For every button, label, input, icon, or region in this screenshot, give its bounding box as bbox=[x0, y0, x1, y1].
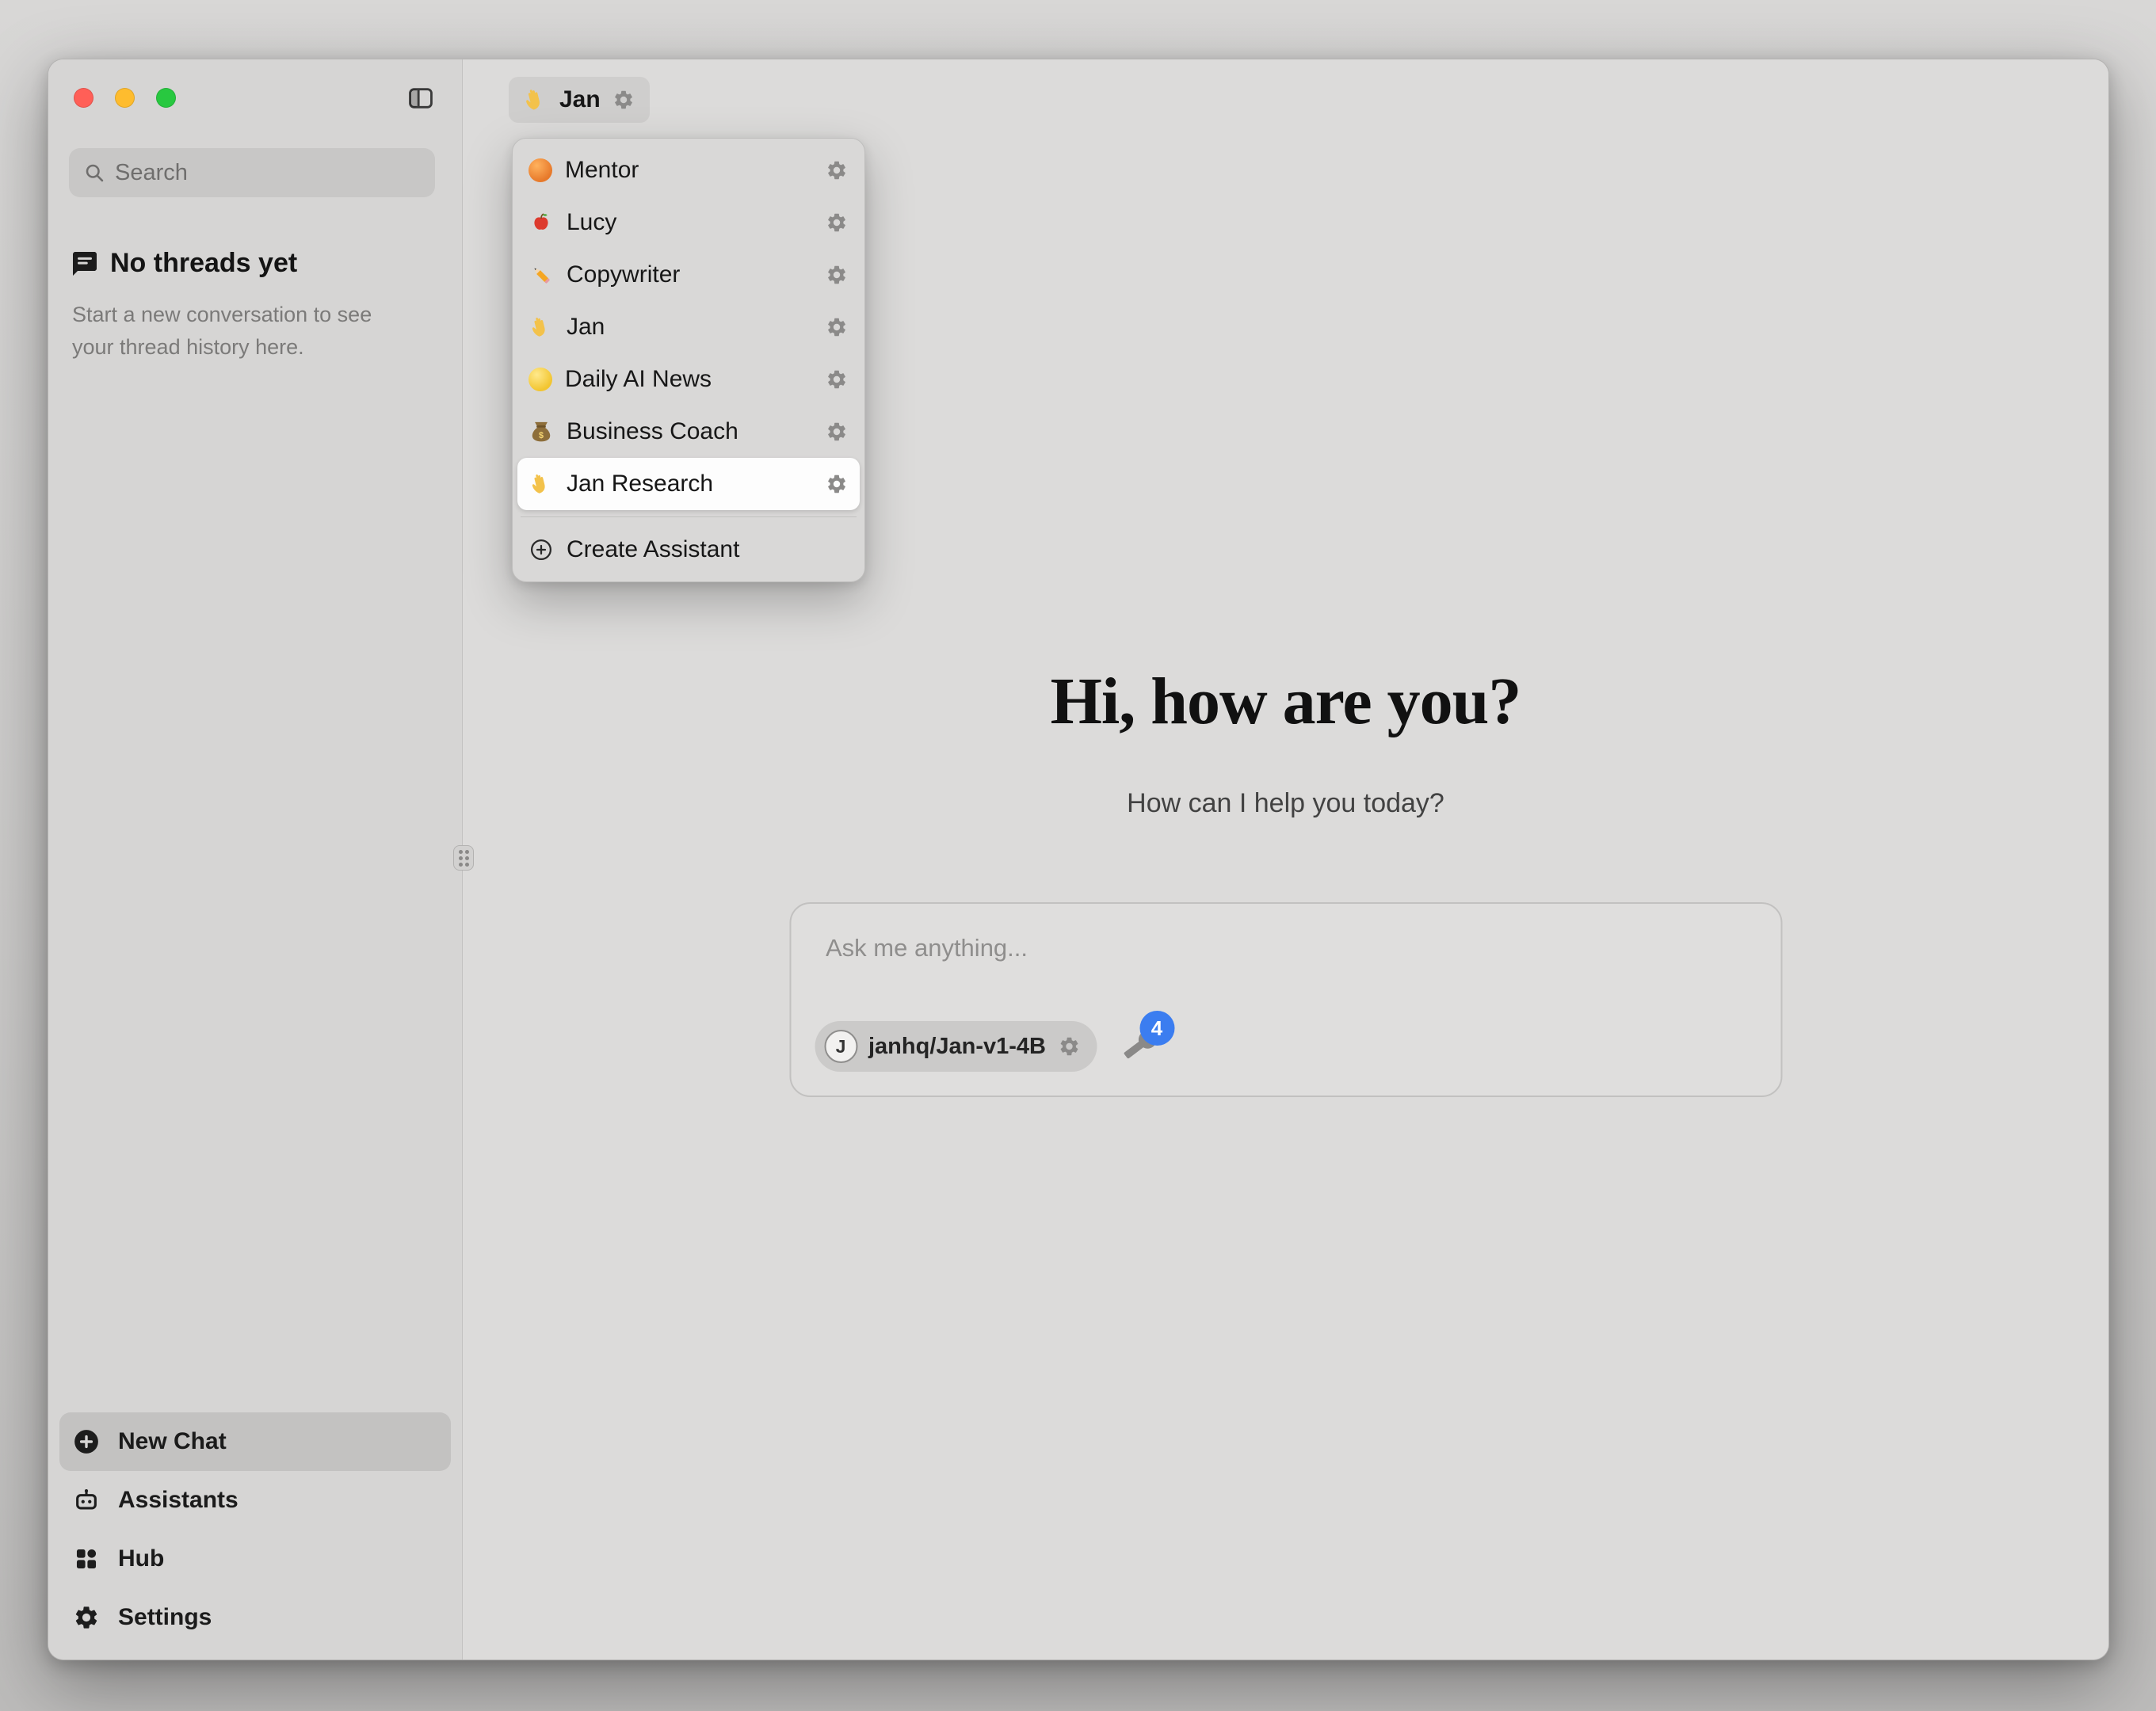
menu-item-label: Lucy bbox=[567, 209, 812, 236]
sidebar-resize-handle[interactable] bbox=[453, 845, 474, 871]
menu-item-daily-ai-news[interactable]: Daily AI News bbox=[517, 353, 860, 406]
chat-input[interactable] bbox=[826, 934, 1539, 962]
waving-hand-icon bbox=[529, 471, 554, 497]
plus-circle-outline-icon bbox=[529, 537, 554, 562]
tools-button[interactable]: 4 bbox=[1124, 1028, 1160, 1065]
greeting-subtitle: How can I help you today? bbox=[463, 788, 2108, 819]
model-avatar: J bbox=[824, 1030, 857, 1063]
item-settings-gear-icon[interactable] bbox=[825, 263, 849, 287]
item-settings-gear-icon[interactable] bbox=[825, 420, 849, 444]
orange-circle-icon bbox=[529, 158, 552, 182]
hub-grid-icon bbox=[72, 1545, 101, 1573]
item-settings-gear-icon[interactable] bbox=[825, 211, 849, 234]
menu-item-label: Copywriter bbox=[567, 261, 812, 288]
item-settings-gear-icon[interactable] bbox=[825, 315, 849, 339]
drag-dots-icon bbox=[459, 850, 469, 867]
sidebar-item-hub[interactable]: Hub bbox=[59, 1530, 451, 1588]
app-window: No threads yet Start a new conversation … bbox=[48, 59, 2109, 1660]
current-assistant-name: Jan bbox=[559, 86, 601, 113]
sidebar: No threads yet Start a new conversation … bbox=[48, 59, 463, 1660]
model-name: janhq/Jan-v1-4B bbox=[868, 1034, 1046, 1060]
menu-item-label: Create Assistant bbox=[567, 536, 849, 563]
sidebar-item-settings[interactable]: Settings bbox=[59, 1588, 451, 1647]
search-input[interactable] bbox=[115, 160, 421, 186]
menu-item-jan[interactable]: Jan bbox=[517, 301, 860, 353]
waving-hand-icon bbox=[523, 87, 548, 112]
svg-text:$: $ bbox=[539, 431, 544, 440]
item-settings-gear-icon[interactable] bbox=[825, 368, 849, 391]
empty-state-title: No threads yet bbox=[110, 248, 297, 279]
sidebar-item-label: New Chat bbox=[118, 1428, 227, 1455]
greeting-heading: Hi, how are you? bbox=[463, 663, 2108, 740]
model-selector-button[interactable]: J janhq/Jan-v1-4B bbox=[815, 1021, 1097, 1072]
sidebar-item-label: Assistants bbox=[118, 1487, 238, 1514]
menu-item-label: Jan bbox=[567, 314, 812, 341]
sidebar-item-assistants[interactable]: Assistants bbox=[59, 1471, 451, 1530]
pencil-icon bbox=[529, 262, 554, 288]
close-button[interactable] bbox=[74, 88, 93, 108]
red-apple-icon bbox=[529, 210, 554, 235]
item-settings-gear-icon[interactable] bbox=[825, 472, 849, 496]
assistants-icon bbox=[72, 1486, 101, 1515]
menu-item-label: Mentor bbox=[565, 157, 812, 184]
item-settings-gear-icon[interactable] bbox=[825, 158, 849, 182]
chat-composer: J janhq/Jan-v1-4B 4 bbox=[789, 902, 1782, 1097]
menu-item-copywriter[interactable]: Copywriter bbox=[517, 249, 860, 301]
assistant-selector-button[interactable]: Jan bbox=[509, 77, 650, 123]
main-area: Jan Mentor bbox=[463, 59, 2108, 1660]
menu-item-label: Daily AI News bbox=[565, 366, 812, 393]
search-icon bbox=[83, 162, 105, 184]
chat-bubble-icon bbox=[71, 250, 99, 278]
yellow-circle-icon bbox=[529, 368, 552, 391]
sidebar-item-label: Settings bbox=[118, 1604, 212, 1631]
assistant-dropdown-menu: Mentor Lucy bbox=[512, 138, 865, 582]
sidebar-toggle-button[interactable] bbox=[405, 85, 437, 112]
model-settings-gear-icon[interactable] bbox=[1057, 1035, 1081, 1058]
sidebar-nav: New Chat Assistants bbox=[59, 1412, 451, 1647]
menu-item-lucy[interactable]: Lucy bbox=[517, 196, 860, 249]
tools-count-badge: 4 bbox=[1139, 1011, 1174, 1046]
menu-item-label: Business Coach bbox=[567, 418, 812, 445]
search-field[interactable] bbox=[69, 148, 435, 197]
sidebar-item-label: Hub bbox=[118, 1545, 164, 1572]
settings-gear-icon bbox=[72, 1603, 101, 1632]
menu-item-jan-research[interactable]: Jan Research bbox=[517, 458, 860, 510]
plus-circle-icon bbox=[72, 1427, 101, 1456]
minimize-button[interactable] bbox=[115, 88, 135, 108]
menu-item-business-coach[interactable]: $ Business Coach bbox=[517, 406, 860, 458]
money-bag-icon: $ bbox=[529, 419, 554, 444]
menu-item-label: Jan Research bbox=[567, 471, 812, 497]
menu-item-mentor[interactable]: Mentor bbox=[517, 144, 860, 196]
waving-hand-icon bbox=[529, 314, 554, 340]
zoom-button[interactable] bbox=[156, 88, 176, 108]
menu-divider bbox=[521, 516, 857, 517]
menu-item-create-assistant[interactable]: Create Assistant bbox=[517, 524, 860, 576]
sidebar-item-new-chat[interactable]: New Chat bbox=[59, 1412, 451, 1471]
empty-state-description: Start a new conversation to see your thr… bbox=[72, 299, 413, 363]
assistant-settings-gear-icon[interactable] bbox=[612, 88, 635, 112]
window-controls bbox=[74, 88, 176, 108]
